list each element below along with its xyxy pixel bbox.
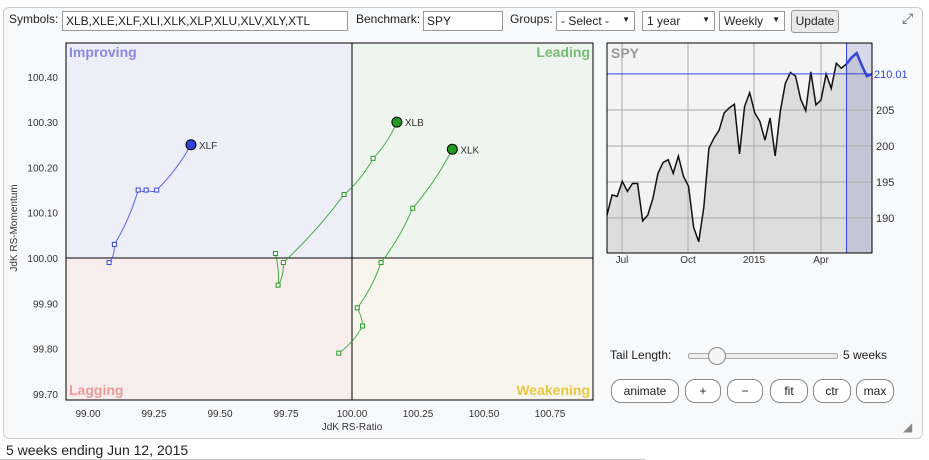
x-tick-label: 99.25 — [141, 409, 166, 420]
rrg-widget: Symbols: XLB,XLE,XLF,XLI,XLK,XLP,XLU,XLV… — [0, 0, 929, 460]
zoom-in-button[interactable]: + — [685, 379, 721, 403]
tail-point — [143, 187, 149, 193]
tail-point — [272, 250, 278, 256]
tail-length-slider[interactable] — [688, 347, 838, 365]
tail-point — [106, 260, 112, 266]
quadrant-weakening — [352, 258, 593, 400]
footer-date: 5 weeks ending Jun 12, 2015 — [6, 442, 189, 458]
spy-x-tick: 2015 — [743, 255, 766, 266]
quadrant-label-improving: Improving — [69, 44, 137, 60]
max-button[interactable]: max — [856, 379, 894, 403]
x-tick-label: 100.25 — [403, 409, 434, 420]
y-tick-label: 100.30 — [27, 118, 58, 129]
tail-length-value: 5 weeks — [843, 348, 888, 362]
spy-x-tick: Oct — [680, 255, 696, 266]
quadrant-label-leading: Leading — [536, 44, 590, 60]
spy-y-tick: 195 — [876, 177, 894, 189]
tail-point — [280, 260, 286, 266]
tail-point — [154, 187, 160, 193]
y-tick-label: 100.00 — [27, 254, 58, 265]
x-tick-label: 99.75 — [273, 409, 298, 420]
x-tick-label: 100.75 — [535, 409, 566, 420]
y-tick-label: 100.20 — [27, 163, 58, 174]
series-label-xlb: XLB — [405, 118, 424, 129]
animate-button[interactable]: animate — [611, 379, 679, 403]
x-axis-label: JdK RS-Ratio — [322, 422, 383, 433]
tail-point — [370, 155, 376, 161]
resize-handle-icon[interactable]: ◢ — [903, 420, 912, 434]
y-axis-label: JdK RS-Momentum — [9, 184, 20, 271]
x-tick-label: 100.50 — [469, 409, 500, 420]
tail-point — [410, 205, 416, 211]
spy-last-value-label: 210.01 — [874, 69, 908, 81]
center-button[interactable]: ctr — [813, 379, 851, 403]
spy-x-tick: Apr — [813, 255, 829, 266]
head-xlb — [391, 116, 403, 128]
tail-point — [354, 305, 360, 311]
series-label-xlk: XLK — [460, 145, 479, 156]
quadrant-lagging — [66, 258, 352, 400]
tail-point — [111, 241, 117, 247]
head-xlf — [185, 139, 197, 151]
y-tick-label: 99.80 — [33, 345, 58, 356]
fit-button[interactable]: fit — [770, 379, 808, 403]
quadrant-label-lagging: Lagging — [69, 382, 123, 398]
tail-point — [341, 192, 347, 198]
head-xlk — [446, 143, 458, 155]
tail-point — [275, 282, 281, 288]
tail-length-label: Tail Length: — [610, 348, 672, 362]
x-tick-label: 100.00 — [337, 409, 368, 420]
y-tick-label: 100.10 — [27, 209, 58, 220]
y-tick-label: 99.70 — [33, 390, 58, 401]
y-tick-label: 100.40 — [27, 73, 58, 84]
tail-point — [360, 323, 366, 329]
tail-point — [135, 187, 141, 193]
x-tick-label: 99.00 — [75, 409, 100, 420]
spy-y-tick: 190 — [876, 213, 894, 225]
zoom-out-button[interactable]: − — [727, 379, 763, 403]
spy-y-tick: 200 — [876, 141, 894, 153]
y-tick-label: 99.90 — [33, 299, 58, 310]
spy-y-tick: 205 — [876, 105, 894, 117]
tail-point — [378, 260, 384, 266]
quadrant-label-weakening: Weakening — [516, 382, 590, 398]
x-tick-label: 99.50 — [207, 409, 232, 420]
tail-point — [336, 350, 342, 356]
spy-x-tick: Jul — [616, 255, 629, 266]
spy-title: SPY — [611, 45, 640, 61]
series-label-xlf: XLF — [199, 141, 217, 152]
